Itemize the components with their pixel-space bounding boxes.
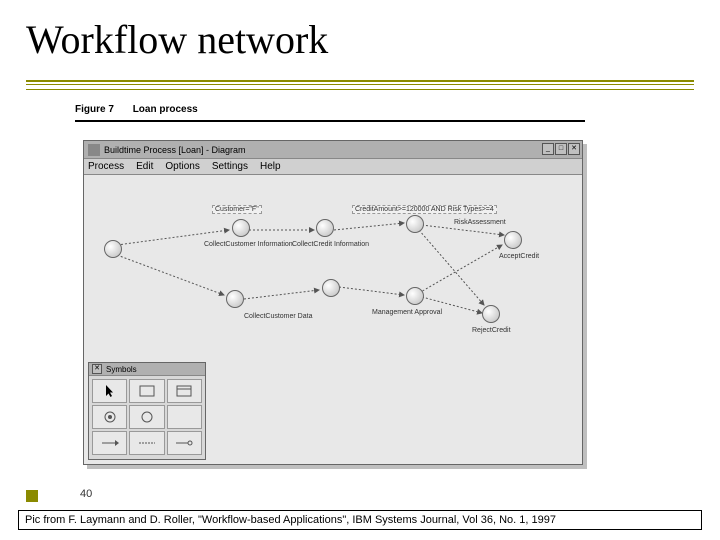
menu-edit[interactable]: Edit [136, 161, 153, 172]
palette-item-connector[interactable] [129, 431, 164, 455]
node-collect-credit-info[interactable] [316, 219, 334, 237]
title-rule-double [26, 84, 694, 90]
menu-help[interactable]: Help [260, 161, 281, 172]
figure-rule [75, 120, 585, 122]
slide-number: 40 [80, 488, 92, 500]
palette-item-window[interactable] [167, 379, 202, 403]
node-risk-assessment[interactable] [406, 215, 424, 233]
label-collect-customer-info: CollectCustomer Information [204, 241, 293, 248]
maximize-button[interactable]: □ [555, 143, 567, 155]
palette-item-gear[interactable] [92, 405, 127, 429]
diagram-canvas[interactable]: CollectCustomer Information Customer="F"… [84, 175, 582, 464]
window-title: Buildtime Process [Loan] - Diagram [104, 145, 246, 155]
palette-item-arrow[interactable] [92, 431, 127, 455]
menu-settings[interactable]: Settings [212, 161, 248, 172]
node-reject-credit[interactable] [482, 305, 500, 323]
menubar: Process Edit Options Settings Help [84, 159, 582, 175]
palette-item-empty[interactable] [167, 405, 202, 429]
window-icon [176, 385, 192, 397]
palette-title-text: Symbols [106, 365, 137, 374]
label-risk-assessment: RiskAssessment [454, 219, 506, 226]
palette-close-button[interactable]: ✕ [92, 364, 102, 374]
node-collect-customer-info[interactable] [232, 219, 250, 237]
palette-item-rect[interactable] [129, 379, 164, 403]
menu-options[interactable]: Options [165, 161, 199, 172]
connector-icon [138, 439, 156, 447]
title-rule [26, 80, 694, 82]
node-mid[interactable] [322, 279, 340, 297]
figure-number: Figure 7 [75, 104, 114, 115]
window-controls: _ □ ✕ [542, 143, 580, 155]
node-management-approval[interactable] [406, 287, 424, 305]
app-icon [88, 144, 100, 156]
edge-label-credit-amount: CreditAmount>=120000 AND Risk Types>=4 [352, 205, 497, 214]
label-accept-credit: AcceptCredit [499, 253, 539, 260]
arrow-icon [101, 439, 119, 447]
palette-titlebar: ✕ Symbols [89, 363, 205, 376]
titlebar: Buildtime Process [Loan] - Diagram _ □ ✕ [84, 141, 582, 159]
node-start[interactable] [104, 240, 122, 258]
edge-label-customer: Customer="F" [212, 205, 262, 214]
figure-label: Figure 7 Loan process [75, 104, 198, 115]
citation: Pic from F. Laymann and D. Roller, "Work… [18, 510, 702, 530]
label-collect-credit-info: CollectCredit Information [292, 241, 369, 248]
palette-item-endpoint[interactable] [167, 431, 202, 455]
label-management-approval: Management Approval [372, 309, 442, 316]
palette-grid [89, 376, 205, 458]
gear-icon [103, 410, 117, 424]
pointer-icon [104, 384, 116, 398]
endpoint-icon [175, 439, 193, 447]
slide-title: Workflow network [0, 0, 720, 62]
palette-item-circle[interactable] [129, 405, 164, 429]
symbols-palette[interactable]: ✕ Symbols [88, 362, 206, 460]
figure-caption: Loan process [133, 104, 198, 115]
rect-icon [139, 385, 155, 397]
app-window: Buildtime Process [Loan] - Diagram _ □ ✕… [83, 140, 583, 465]
label-reject-credit: RejectCredit [472, 327, 511, 334]
menu-process[interactable]: Process [88, 161, 124, 172]
close-button[interactable]: ✕ [568, 143, 580, 155]
node-collect-customer-data[interactable] [226, 290, 244, 308]
node-accept-credit[interactable] [504, 231, 522, 249]
slide-marker [26, 490, 38, 502]
minimize-button[interactable]: _ [542, 143, 554, 155]
circle-icon [140, 410, 154, 424]
label-collect-customer-data: CollectCustomer Data [244, 313, 312, 320]
palette-item-pointer[interactable] [92, 379, 127, 403]
